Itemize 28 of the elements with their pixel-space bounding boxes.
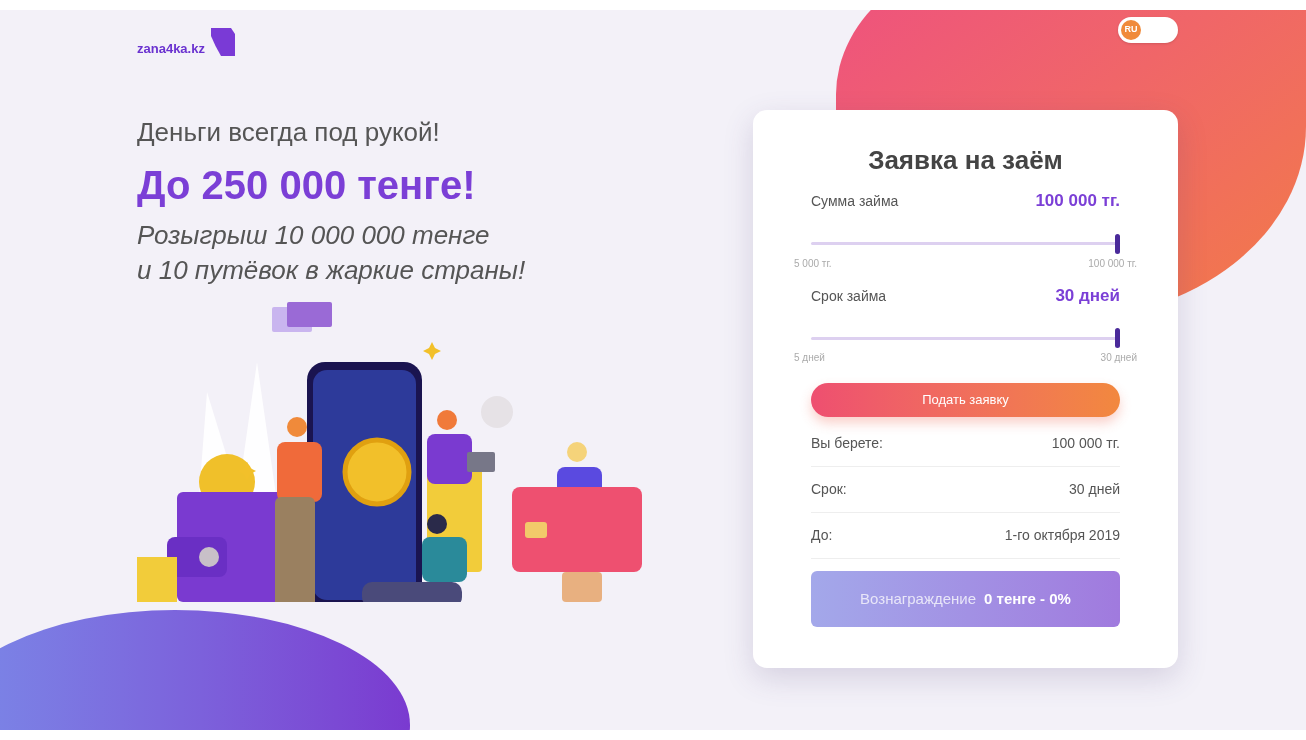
- summary-value: 100 000 тг.: [1051, 434, 1120, 453]
- slider-min-label: 5 000 тг.: [794, 256, 832, 271]
- reward-value: 0 тенге - 0%: [984, 588, 1071, 609]
- slider-min-label: 5 дней: [794, 351, 825, 365]
- promo-text: Розыгрыш 10 000 000 тенге: [137, 219, 491, 252]
- summary-label: Вы берете:: [811, 434, 883, 453]
- summary-value: 1-го октября 2019: [1004, 526, 1120, 545]
- range-slider[interactable]: [811, 233, 1120, 254]
- headline: До 250 000 тенге!: [137, 162, 477, 208]
- submit-button[interactable]: Подать заявку: [811, 383, 1120, 417]
- tagline: Деньги всегда под рукой!: [137, 116, 441, 148]
- range-slider[interactable]: [811, 328, 1120, 348]
- form-title: Заявка на заём: [867, 144, 1064, 176]
- slider-thumb[interactable]: [1115, 328, 1120, 348]
- slider-thumb[interactable]: [1115, 233, 1120, 254]
- language-toggle[interactable]: RU: [1118, 17, 1178, 43]
- slider-value: 30 дней: [1055, 284, 1120, 307]
- slider-label: Срок займа: [811, 286, 887, 306]
- slider-value: 100 000 тг.: [1035, 190, 1120, 212]
- summary-label: До:: [811, 526, 833, 545]
- slider-max-label: 100 000 тг.: [1088, 256, 1137, 271]
- slider-label: Сумма займа: [811, 192, 899, 211]
- summary-value: 30 дней: [1069, 480, 1120, 499]
- slider-max-label: 30 дней: [1100, 351, 1137, 365]
- logo-text[interactable]: zana4ka.kz: [137, 38, 205, 58]
- promo-text: и 10 путёвок в жаркие страны!: [137, 254, 527, 287]
- reward-label: Вознаграждение: [860, 588, 977, 609]
- summary-label: Срок:: [811, 480, 847, 499]
